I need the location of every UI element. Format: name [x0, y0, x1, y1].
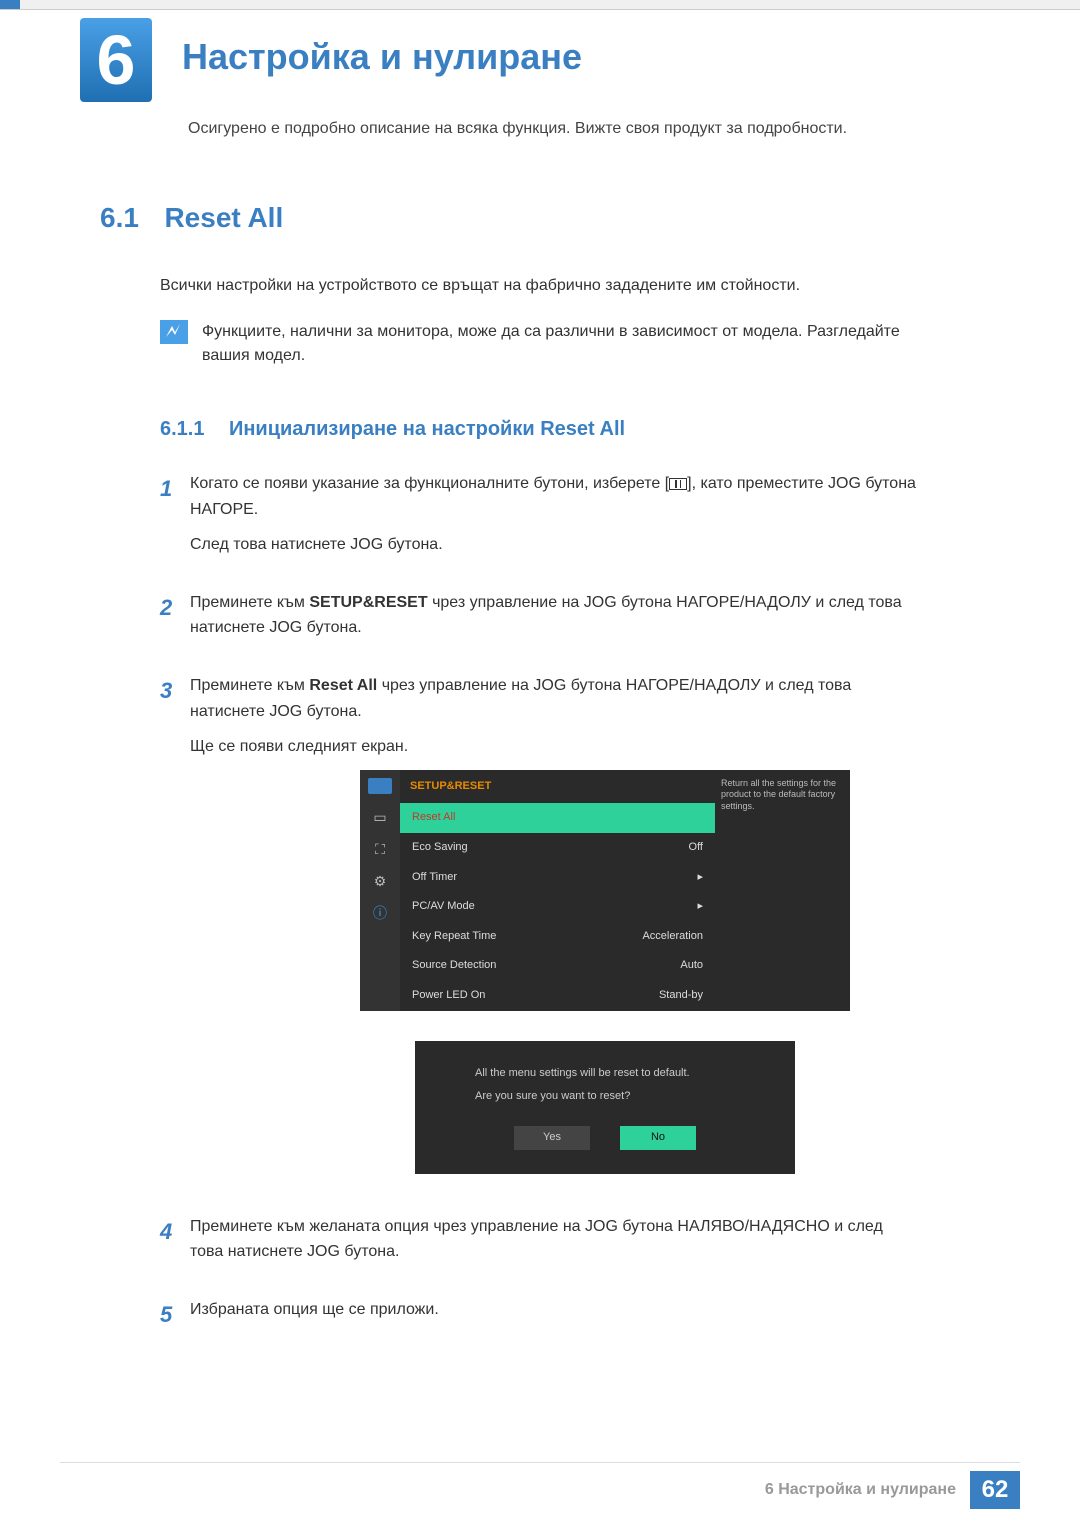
osd-value: ▸ [697, 898, 703, 916]
osd-row: Off Timer ▸ [400, 863, 715, 893]
osd-confirm-dialog: All the menu settings will be reset to d… [415, 1041, 795, 1174]
step-3: 3 Преминете към Reset All чрез управлени… [160, 673, 920, 1192]
page-footer: 6 Настройка и нулиране 62 [765, 1471, 1020, 1509]
note-block: Функциите, налични за монитора, може да … [160, 320, 920, 368]
section-heading: 6.1 Reset All [100, 202, 1080, 234]
step-text: Избраната опция ще се приложи. [190, 1297, 920, 1323]
dialog-yes-button: Yes [514, 1126, 590, 1150]
step-1: 1 Когато се появи указание за функционал… [160, 471, 920, 568]
osd-screenshot: ▭ ⛶ ⚙ ⓘ SETUP&RESET Reset All Eco Saving… [360, 770, 920, 1174]
chapter-subtitle: Осигурено е подробно описание на всяка ф… [188, 120, 1080, 138]
osd-sidebar: ▭ ⛶ ⚙ ⓘ [360, 770, 400, 1011]
osd-label: Eco Saving [412, 839, 468, 857]
step-5: 5 Избраната опция ще се приложи. [160, 1297, 920, 1333]
chapter-title: Настройка и нулиране [182, 36, 582, 78]
osd-row: Power LED On Stand-by [400, 981, 715, 1011]
note-text: Функциите, налични за монитора, може да … [202, 320, 920, 368]
osd-row: Eco Saving Off [400, 833, 715, 863]
osd-row: Source Detection Auto [400, 951, 715, 981]
monitor-icon [368, 778, 392, 794]
section-number: 6.1 [100, 202, 160, 234]
osd-label: Power LED On [412, 987, 485, 1005]
subsection-heading: 6.1.1 Инициализиране на настройки Reset … [160, 418, 1080, 441]
keyword: SETUP&RESET [309, 594, 427, 611]
osd-label: PC/AV Mode [412, 898, 475, 916]
step-text: След това натиснете JOG бутона. [190, 532, 920, 558]
dialog-line: Are you sure you want to reset? [455, 1088, 755, 1106]
step-text: Преминете към [190, 594, 309, 611]
picture-icon: ▭ [369, 808, 391, 826]
subsection-number: 6.1.1 [160, 418, 204, 441]
osd-value: Off [689, 839, 703, 857]
osd-row-selected: Reset All [400, 803, 715, 833]
footer-page-number: 62 [970, 1471, 1020, 1509]
step-number: 2 [160, 590, 190, 651]
step-2: 2 Преминете към SETUP&RESET чрез управле… [160, 590, 920, 651]
step-number: 1 [160, 471, 190, 568]
footer-rule [60, 1462, 1020, 1463]
section-title: Reset All [164, 202, 283, 233]
step-text: Ще се появи следният екран. [190, 734, 920, 760]
step-text: Преминете към желаната опция чрез управл… [190, 1214, 920, 1265]
osd-header: SETUP&RESET [400, 770, 715, 804]
top-decor-band [0, 0, 1080, 10]
osd-row: Key Repeat Time Acceleration [400, 922, 715, 952]
step-4: 4 Преминете към желаната опция чрез упра… [160, 1214, 920, 1275]
osd-label: Source Detection [412, 957, 496, 975]
osd-help-text: Return all the settings for the product … [715, 770, 850, 1011]
steps-list: 1 Когато се появи указание за функционал… [160, 471, 920, 1332]
osd-value: Acceleration [642, 928, 703, 946]
osd-label: Off Timer [412, 869, 457, 887]
dialog-line: All the menu settings will be reset to d… [455, 1065, 755, 1083]
osd-label: Reset All [412, 809, 455, 827]
osd-label: Key Repeat Time [412, 928, 496, 946]
chapter-number-box: 6 [80, 18, 152, 102]
menu-icon [669, 478, 687, 490]
subsection-title: Инициализиране на настройки Reset All [229, 418, 625, 440]
dialog-no-button: No [620, 1126, 696, 1150]
osd-row: PC/AV Mode ▸ [400, 892, 715, 922]
step-text: Преминете към [190, 677, 309, 694]
chapter-header: 6 Настройка и нулиране [0, 10, 1080, 102]
settings-icon: ⚙ [369, 872, 391, 890]
step-text: Когато се появи указание за функционални… [190, 475, 669, 492]
osd-value: ▸ [697, 869, 703, 887]
size-icon: ⛶ [369, 840, 391, 858]
step-number: 5 [160, 1297, 190, 1333]
osd-value: Auto [680, 957, 703, 975]
step-number: 3 [160, 673, 190, 1192]
info-icon: ⓘ [369, 904, 391, 922]
osd-value: Stand-by [659, 987, 703, 1005]
keyword: Reset All [309, 677, 377, 694]
step-number: 4 [160, 1214, 190, 1275]
note-icon [160, 320, 188, 344]
footer-chapter-label: 6 Настройка и нулиране [765, 1481, 956, 1499]
section-intro: Всички настройки на устройството се връщ… [160, 274, 920, 298]
